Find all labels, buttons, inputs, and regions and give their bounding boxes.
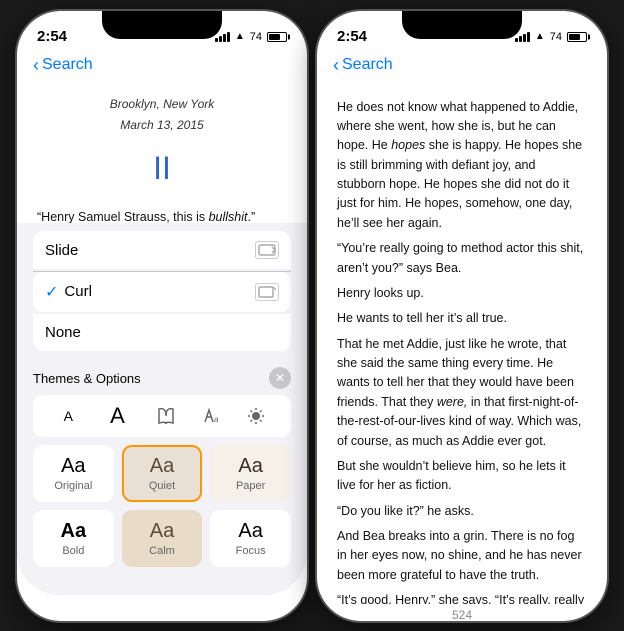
right-para-9: “It’s good, Henry,” she says. “It’s real… [337,591,587,603]
theme-quiet[interactable]: Aa Quiet [122,445,203,502]
book-text-right: He does not know what happened to Addie,… [317,84,607,604]
notch-left [102,11,222,39]
theme-paper[interactable]: Aa Paper [210,445,291,502]
theme-bold-name: Bold [43,545,104,557]
theme-focus[interactable]: Aa Focus [210,510,291,567]
right-para-1: He does not know what happened to Addie,… [337,98,587,234]
theme-quiet-name: Quiet [132,480,193,492]
signal-icon [215,32,230,42]
theme-focus-name: Focus [220,545,281,557]
time-right: 2:54 [337,28,367,45]
theme-bold-sample: Aa [43,520,104,543]
back-button-right[interactable]: ‹ Search [333,55,393,76]
back-label-right: Search [342,56,393,74]
themes-header: Themes & Options ✕ [17,361,307,395]
phones-container: 2:54 ▲ 74 ‹ Search [7,1,617,631]
right-para-2: “You’re really going to method actor thi… [337,239,587,278]
font-style-icon: a [201,406,221,426]
page-number: 524 [317,604,607,621]
right-para-7: “Do you like it?” he asks. [337,502,587,521]
wifi-icon-right: ▲ [535,31,545,42]
status-icons-right: ▲ 74 [515,31,587,43]
back-label-left: Search [42,56,93,74]
themes-title: Themes & Options [33,371,141,386]
battery-icon-right [567,32,587,42]
brightness-icon [246,406,266,426]
right-phone: 2:54 ▲ 74 ‹ Search He do [317,11,607,621]
slide-options: Slide ✓ Curl [17,231,307,361]
book-header: Brooklyn, New York March 13, 2015 II [37,94,287,194]
theme-original[interactable]: Aa Original [33,445,114,502]
book-content-left: Brooklyn, New York March 13, 2015 II “He… [17,84,307,596]
theme-bold[interactable]: Aa Bold [33,510,114,567]
book-icon [156,406,176,426]
check-icon: ✓ [45,282,58,302]
battery-icon [267,32,287,42]
theme-calm-sample: Aa [132,520,193,543]
back-chevron-right: ‹ [333,55,339,76]
theme-original-name: Original [43,480,104,492]
font-controls: A A a [33,395,291,437]
nav-bar-left: ‹ Search [17,55,307,84]
status-bar-right: 2:54 ▲ 74 [317,11,607,55]
date-line: March 13, 2015 [37,115,287,137]
right-para-4: He wants to tell her it’s all true. [337,309,587,328]
right-para-3: Henry looks up. [337,284,587,303]
theme-calm-name: Calm [132,545,193,557]
theme-paper-name: Paper [220,480,281,492]
back-button-left[interactable]: ‹ Search [33,55,93,76]
option-slide-icon [255,241,279,259]
wifi-icon: ▲ [235,31,245,42]
status-icons-left: ▲ 74 [215,31,287,43]
option-slide[interactable]: Slide [33,231,291,269]
signal-icon-right [515,32,530,42]
theme-quiet-sample: Aa [132,455,193,478]
option-none[interactable]: None [33,314,291,351]
right-para-6: But she wouldn’t believe him, so he lets… [337,457,587,496]
svg-text:a: a [214,415,219,424]
slide-panel: Slide ✓ Curl [17,223,307,595]
option-slide-label: Slide [45,242,78,259]
theme-focus-sample: Aa [220,520,281,543]
theme-grid: Aa Original Aa Quiet Aa Paper Aa Bold [17,445,307,575]
right-para-5: That he met Addie, just like he wrote, t… [337,335,587,451]
option-none-label: None [45,324,81,341]
theme-paper-sample: Aa [220,455,281,478]
back-chevron-left: ‹ [33,55,39,76]
font-decrease-button[interactable]: A [58,408,79,424]
battery-label-right: 74 [550,31,562,43]
chapter-number: II [37,143,287,194]
option-curl[interactable]: ✓ Curl [33,272,291,312]
time-left: 2:54 [37,28,67,45]
option-curl-label: Curl [64,283,92,300]
notch-right [402,11,522,39]
font-increase-button[interactable]: A [104,403,131,429]
place-line: Brooklyn, New York [37,94,287,116]
status-bar-left: 2:54 ▲ 74 [17,11,307,55]
close-button[interactable]: ✕ [269,367,291,389]
theme-original-sample: Aa [43,455,104,478]
place-date: Brooklyn, New York March 13, 2015 [37,94,287,137]
nav-bar-right: ‹ Search [317,55,607,84]
battery-label: 74 [250,31,262,43]
left-phone: 2:54 ▲ 74 ‹ Search [17,11,307,621]
right-para-8: And Bea breaks into a grin. There is no … [337,527,587,585]
option-curl-icon [255,283,279,301]
theme-calm[interactable]: Aa Calm [122,510,203,567]
